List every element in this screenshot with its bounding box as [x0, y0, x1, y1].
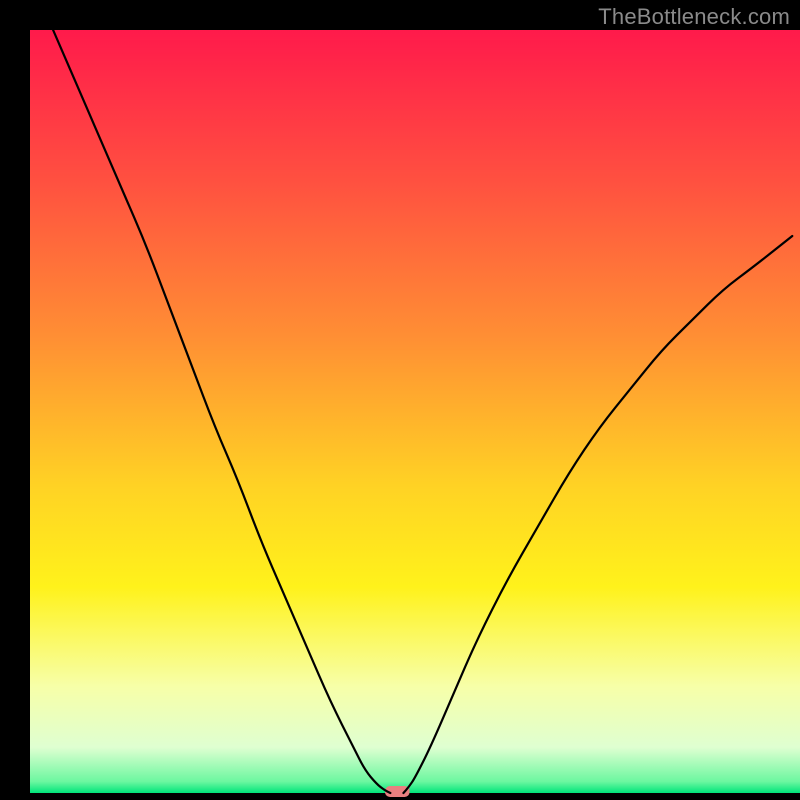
watermark-text: TheBottleneck.com: [598, 4, 790, 30]
plot-background: [30, 30, 800, 793]
chart-frame: TheBottleneck.com: [0, 0, 800, 800]
bottleneck-chart: [0, 0, 800, 800]
